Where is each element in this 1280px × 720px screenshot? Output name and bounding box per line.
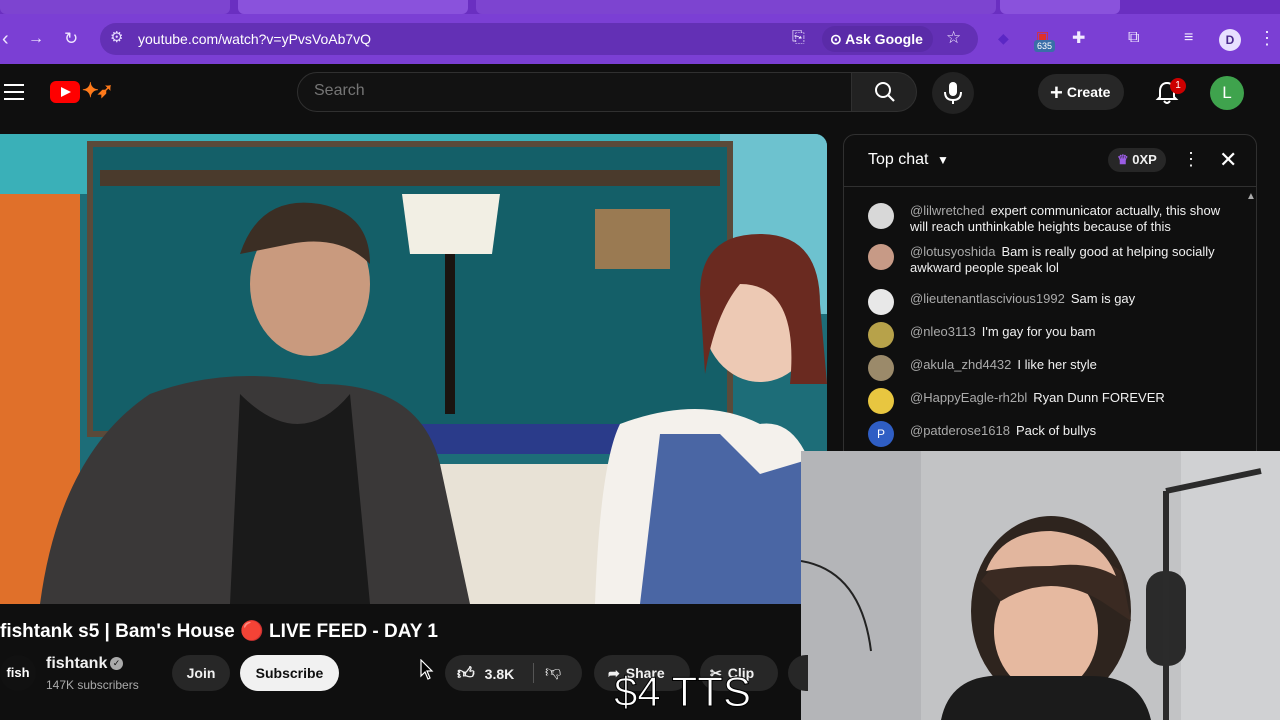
like-count: 3.8K (484, 666, 515, 682)
live-chat-panel: Top chat ▼ ♛ 0XP ⋮ ✕ ▲ @lilwretched exper… (843, 134, 1257, 464)
chat-author[interactable]: @patderose1618 (910, 423, 1010, 438)
channel-avatar[interactable]: fish (0, 655, 36, 691)
address-bar[interactable]: ⚙ youtube.com/watch?v=yPvsVoAb7vQ ⎘ ⊙ As… (100, 23, 978, 55)
more-options-icon[interactable]: ⋮ (1182, 149, 1200, 170)
like-button[interactable]: 👍︎ 3.8K (457, 663, 514, 684)
video-title: fishtank s5 | Bam's House 🔴 LIVE FEED - … (0, 621, 438, 642)
verified-check-icon: ✓ (110, 657, 123, 670)
notification-count-badge: 1 (1170, 78, 1186, 94)
webcam-frame (801, 451, 1280, 720)
chat-avatar (868, 203, 894, 229)
chat-avatar (868, 388, 894, 414)
search-icon (875, 82, 895, 102)
chat-text: I'm gay for you bam (981, 324, 1096, 339)
browser-menu-icon[interactable]: ⋮ (1258, 28, 1276, 49)
youtube-doodle-icon[interactable]: ✦➶ (82, 78, 113, 103)
crown-icon: ♛ (1117, 152, 1129, 167)
chat-avatar (868, 355, 894, 381)
chevron-down-icon: ▼ (936, 153, 949, 167)
streamer-webcam (801, 451, 1280, 720)
channel-name[interactable]: fishtank (46, 655, 107, 673)
chat-text: I like her style (1017, 357, 1097, 372)
scroll-up-icon[interactable]: ▲ (1246, 191, 1256, 202)
browser-tab[interactable] (0, 0, 230, 14)
ask-google-button[interactable]: ⊙ Ask Google (822, 26, 933, 52)
chat-title: Top chat (868, 151, 929, 168)
plus-icon: + (1050, 80, 1063, 105)
chat-author[interactable]: @HappyEagle-rh2bl (910, 390, 1027, 405)
browser-tab-strip (0, 0, 1280, 14)
chat-avatar (868, 289, 894, 315)
xp-value: 0XP (1132, 152, 1157, 167)
thumbs-up-icon: 👍︎ (457, 664, 475, 683)
chat-avatar (868, 244, 894, 270)
chat-author[interactable]: @akula_zhd4432 (910, 357, 1011, 372)
like-divider (533, 663, 534, 683)
create-label: Create (1066, 84, 1111, 100)
chat-author[interactable]: @lieutenantlascivious1992 (910, 291, 1065, 306)
reload-icon[interactable]: ↻ (64, 28, 78, 50)
url-text[interactable]: youtube.com/watch?v=yPvsVoAb7vQ (138, 31, 371, 47)
xp-badge[interactable]: ♛ 0XP (1108, 148, 1166, 172)
browser-tab[interactable] (1000, 0, 1120, 14)
cast-search-icon[interactable]: ⧉ (1128, 29, 1139, 47)
extension-icon[interactable]: ◆ (998, 30, 1009, 47)
voice-search-button[interactable] (932, 72, 974, 114)
account-avatar[interactable]: L (1210, 76, 1244, 110)
chat-text: Pack of bullys (1015, 423, 1097, 438)
search-button[interactable] (851, 72, 917, 112)
bookmark-star-icon[interactable]: ☆ (946, 28, 961, 48)
chat-text: Ryan Dunn FOREVER (1033, 390, 1165, 405)
video-frame (0, 134, 827, 604)
extensions-puzzle-icon[interactable]: ✚ (1072, 28, 1085, 48)
chat-header: Top chat ▼ ♛ 0XP ⋮ ✕ (844, 135, 1256, 187)
more-actions-button[interactable] (788, 655, 808, 691)
media-controls-icon[interactable]: ≡ (1184, 29, 1193, 47)
extension-badge: 635 (1034, 40, 1056, 52)
browser-tab-active[interactable] (238, 0, 468, 14)
subscribe-button[interactable]: Subscribe (240, 655, 339, 691)
forward-icon[interactable]: → (28, 28, 44, 50)
browser-tab[interactable] (476, 0, 996, 14)
install-app-icon[interactable]: ⎘ (792, 29, 805, 47)
youtube-logo[interactable] (50, 81, 80, 103)
chat-mode-dropdown[interactable]: Top chat ▼ (868, 151, 949, 169)
site-settings-icon[interactable]: ⚙ (110, 28, 123, 46)
mouse-cursor-icon (420, 659, 434, 680)
back-icon[interactable]: ‹ (2, 28, 9, 50)
microphone-icon (944, 82, 962, 104)
video-player[interactable] (0, 134, 827, 604)
thumbs-down-icon: 👎︎ (545, 664, 562, 681)
chat-avatar: P (868, 421, 894, 447)
search-field[interactable] (297, 72, 852, 112)
chat-author[interactable]: @nleo3113 (910, 324, 976, 339)
chat-author[interactable]: @lilwretched (910, 203, 985, 218)
dislike-button[interactable]: 👎︎ (545, 663, 561, 682)
lens-icon: ⊙ (830, 31, 842, 47)
ask-google-label: Ask Google (845, 31, 923, 47)
search-input[interactable] (314, 82, 814, 100)
like-dislike-group: 👍︎ 3.8K 👎︎ (445, 655, 582, 691)
tts-overlay-text: $4 TTS (614, 668, 752, 715)
create-button[interactable]: + Create (1038, 74, 1125, 110)
browser-profile-avatar[interactable]: D (1219, 29, 1241, 51)
menu-icon[interactable] (4, 84, 24, 100)
chat-author[interactable]: @lotusyoshida (910, 244, 995, 259)
chat-avatar (868, 322, 894, 348)
chat-text: Sam is gay (1070, 291, 1136, 306)
subscriber-count: 147K subscribers (46, 678, 139, 692)
close-icon[interactable]: ✕ (1219, 147, 1237, 173)
join-button[interactable]: Join (172, 655, 230, 691)
